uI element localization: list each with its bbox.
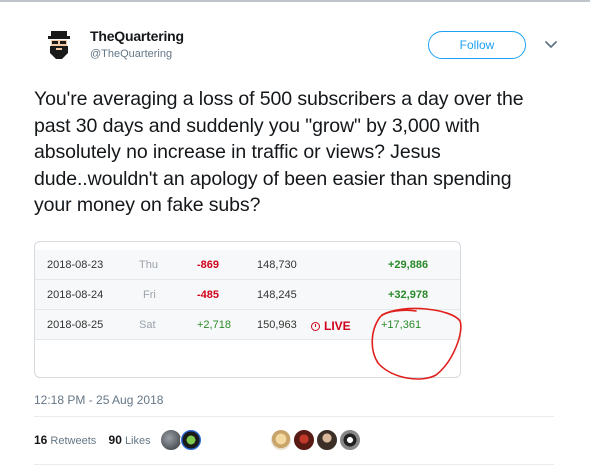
row-total: 150,963 bbox=[257, 319, 297, 331]
row-date: 2018-08-24 bbox=[47, 289, 104, 301]
engagement-stats: 16 Retweets 90 Likes bbox=[34, 433, 151, 447]
live-badge: LIVE bbox=[311, 319, 351, 333]
likes-count[interactable]: 90 bbox=[109, 433, 122, 447]
liker-avatar[interactable] bbox=[160, 429, 182, 451]
table-row: 2018-08-23 Thu -869 148,730 +29,886 bbox=[35, 250, 460, 280]
row-date: 2018-08-25 bbox=[47, 319, 104, 331]
row-change: -485 bbox=[197, 289, 220, 301]
liker-avatar[interactable] bbox=[293, 429, 315, 451]
tweet-timestamp[interactable]: 12:18 PM - 25 Aug 2018 bbox=[34, 393, 163, 407]
liker-avatar[interactable] bbox=[316, 429, 338, 451]
chevron-down-icon[interactable] bbox=[544, 38, 558, 50]
liker-avatar[interactable] bbox=[180, 429, 202, 451]
bearded-man-icon bbox=[42, 29, 76, 63]
row-day: Thu bbox=[139, 259, 158, 271]
red-circle-annotation bbox=[371, 307, 462, 380]
row-total: 148,245 bbox=[257, 289, 297, 301]
liker-avatar[interactable] bbox=[270, 429, 292, 451]
row-views: +29,886 bbox=[388, 259, 429, 271]
row-views: +32,978 bbox=[388, 289, 429, 301]
live-label: LIVE bbox=[324, 319, 351, 333]
row-date: 2018-08-23 bbox=[47, 259, 104, 271]
row-day: Sat bbox=[139, 319, 156, 331]
retweets-label[interactable]: Retweets bbox=[50, 435, 96, 447]
retweets-count[interactable]: 16 bbox=[34, 433, 47, 447]
divider bbox=[34, 416, 554, 417]
top-border bbox=[0, 0, 590, 2]
liker-avatar[interactable] bbox=[339, 429, 361, 451]
author-avatar[interactable] bbox=[42, 29, 76, 63]
author-handle[interactable]: @TheQuartering bbox=[90, 48, 172, 60]
row-total: 148,730 bbox=[257, 259, 297, 271]
row-change: -869 bbox=[197, 259, 220, 271]
tweet-text: You're averaging a loss of 500 subscribe… bbox=[34, 88, 524, 216]
clock-icon bbox=[311, 322, 320, 331]
bottom-divider bbox=[34, 464, 554, 465]
follow-button[interactable]: Follow bbox=[428, 31, 526, 59]
row-day: Fri bbox=[143, 289, 156, 301]
likes-label[interactable]: Likes bbox=[125, 435, 151, 447]
author-name[interactable]: TheQuartering bbox=[90, 28, 184, 44]
row-change: +2,718 bbox=[197, 319, 231, 331]
